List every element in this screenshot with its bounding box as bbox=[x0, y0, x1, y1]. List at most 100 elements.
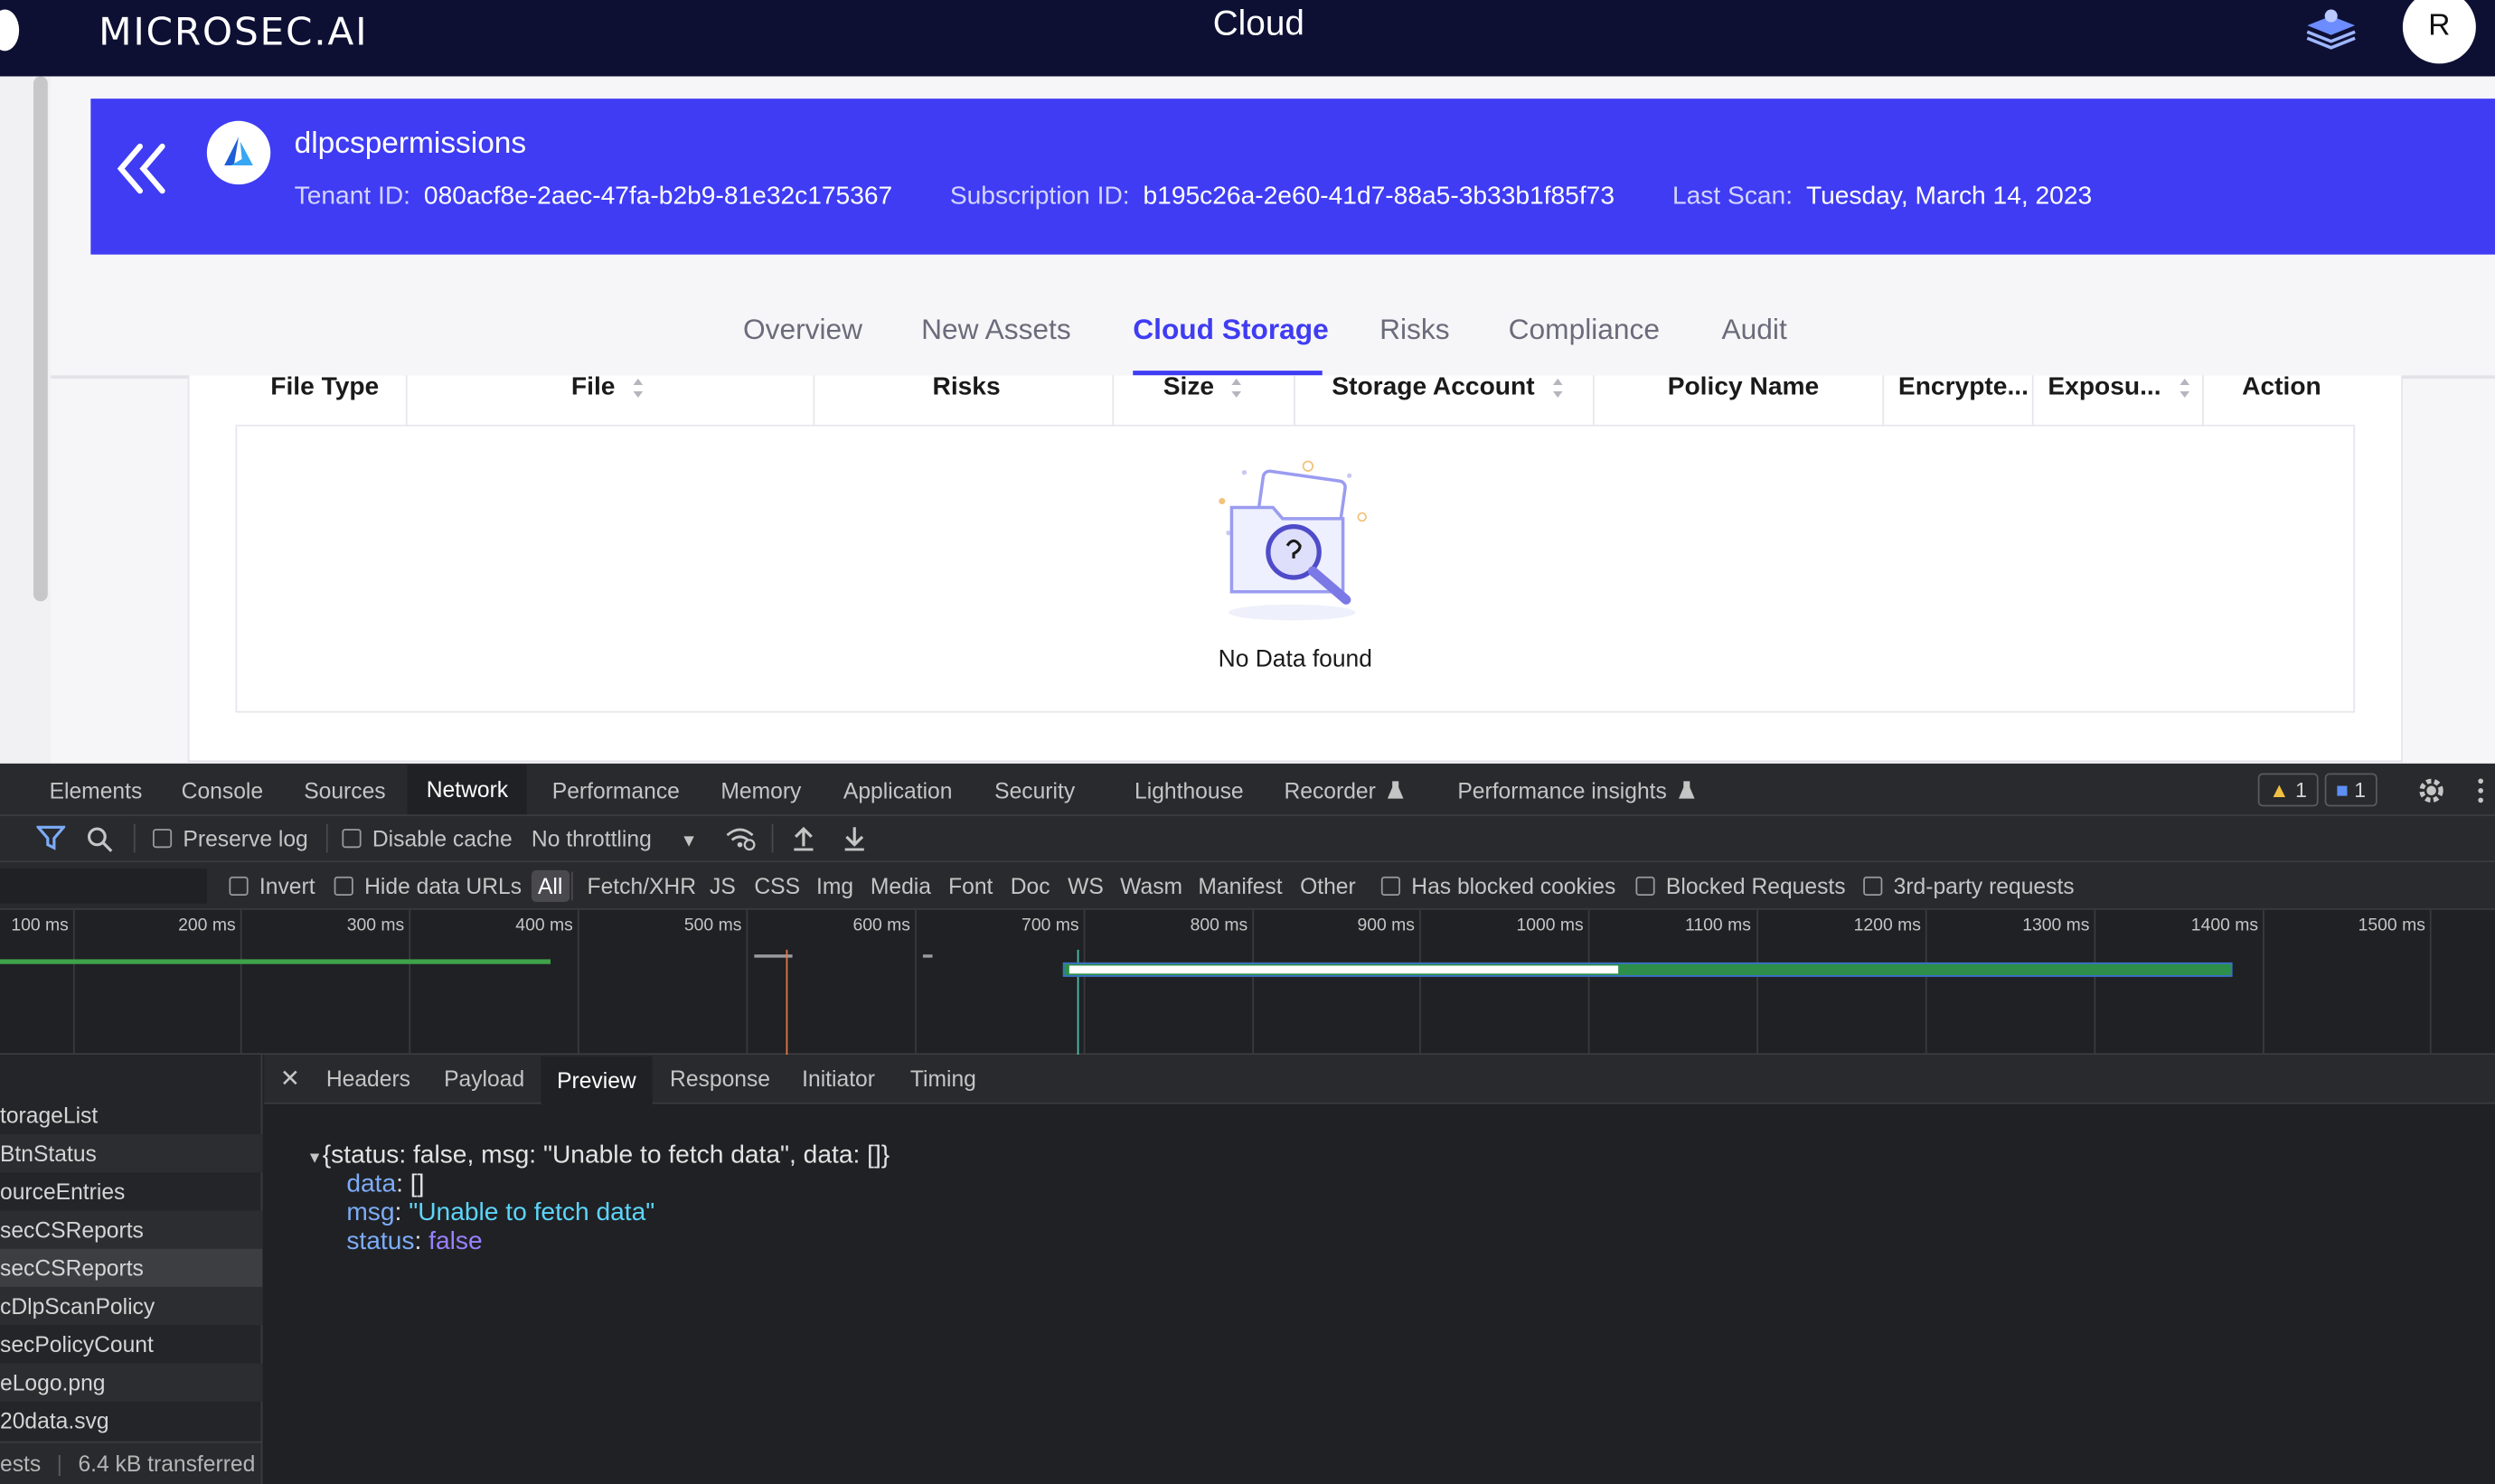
sort-icon[interactable] bbox=[1230, 377, 1243, 399]
column-size[interactable]: Size bbox=[1163, 375, 1244, 426]
sort-icon[interactable] bbox=[1551, 377, 1564, 399]
checkbox-box[interactable] bbox=[1635, 876, 1655, 896]
filter-img[interactable]: Img bbox=[816, 873, 853, 898]
filter-input[interactable] bbox=[0, 869, 207, 904]
messages-badge[interactable]: ■ 1 bbox=[2324, 773, 2377, 807]
has-blocked-cookies-checkbox[interactable]: Has blocked cookies bbox=[1380, 873, 1615, 899]
filter-css[interactable]: CSS bbox=[754, 873, 800, 898]
request-row[interactable]: cDlpScanPolicy bbox=[0, 1287, 263, 1326]
request-row[interactable]: eLogo.png bbox=[0, 1363, 263, 1402]
devtools-tab-console[interactable]: Console bbox=[182, 778, 263, 803]
warnings-count: 1 bbox=[2295, 777, 2307, 803]
search-icon[interactable] bbox=[86, 826, 113, 853]
more-options-icon[interactable] bbox=[2476, 776, 2486, 805]
filter-manifest[interactable]: Manifest bbox=[1198, 873, 1282, 898]
column-action[interactable]: Action bbox=[2242, 375, 2321, 426]
download-icon[interactable] bbox=[843, 826, 866, 851]
column-risks[interactable]: Risks bbox=[932, 375, 1000, 426]
timeline-gridline bbox=[1587, 909, 1590, 1056]
upload-icon[interactable] bbox=[793, 826, 815, 851]
layers-icon[interactable] bbox=[2301, 6, 2361, 54]
filter-wasm[interactable]: Wasm bbox=[1120, 873, 1182, 898]
recorder-label: Recorder bbox=[1284, 777, 1376, 803]
filter-ws[interactable]: WS bbox=[1068, 873, 1104, 898]
tab-overview[interactable]: Overview bbox=[743, 314, 862, 347]
request-row[interactable]: ourceEntries bbox=[0, 1172, 262, 1210]
request-row-selected[interactable]: secCSReports bbox=[0, 1248, 263, 1288]
column-file[interactable]: File bbox=[571, 375, 645, 426]
tab-new-assets[interactable]: New Assets bbox=[921, 314, 1071, 347]
network-conditions-icon[interactable] bbox=[724, 824, 756, 853]
tab-initiator[interactable]: Initiator bbox=[802, 1066, 875, 1091]
warnings-badge[interactable]: ▲ 1 bbox=[2257, 773, 2319, 807]
devtools-tab-elements[interactable]: Elements bbox=[50, 778, 143, 803]
request-row[interactable]: BtnStatus bbox=[0, 1134, 263, 1173]
devtools-tab-performance[interactable]: Performance bbox=[552, 778, 680, 803]
empty-folder-search-icon bbox=[1219, 460, 1368, 621]
tab-timing[interactable]: Timing bbox=[910, 1066, 976, 1091]
request-row[interactable]: 20data.svg bbox=[0, 1402, 262, 1440]
page-title: Cloud bbox=[1212, 3, 1304, 43]
devtools-tab-security[interactable]: Security bbox=[994, 778, 1075, 803]
invert-checkbox[interactable]: Invert bbox=[229, 873, 315, 899]
filter-all[interactable]: All bbox=[531, 869, 570, 903]
checkbox-box[interactable] bbox=[229, 876, 249, 896]
devtools-tab-application[interactable]: Application bbox=[843, 778, 953, 803]
checkbox-box[interactable] bbox=[152, 829, 173, 849]
request-row[interactable]: secPolicyCount bbox=[0, 1325, 262, 1363]
checkbox-box[interactable] bbox=[1380, 876, 1400, 896]
third-party-requests-checkbox[interactable]: 3rd-party requests bbox=[1863, 873, 2075, 899]
blocked-requests-checkbox[interactable]: Blocked Requests bbox=[1635, 873, 1846, 899]
checkbox-box[interactable] bbox=[334, 876, 353, 896]
settings-gear-icon[interactable] bbox=[2415, 775, 2447, 806]
tab-preview[interactable]: Preview bbox=[541, 1056, 653, 1104]
devtools-tab-recorder[interactable]: Recorder bbox=[1284, 777, 1405, 803]
column-policy-name[interactable]: Policy Name bbox=[1668, 375, 1819, 426]
tab-cloud-storage[interactable]: Cloud Storage bbox=[1133, 314, 1329, 347]
tab-headers[interactable]: Headers bbox=[326, 1066, 410, 1091]
timeline-request-bar bbox=[922, 954, 933, 958]
filter-icon[interactable] bbox=[36, 825, 66, 851]
sidebar-scrollbar[interactable] bbox=[33, 76, 48, 602]
toolbar-divider bbox=[325, 823, 328, 853]
devtools-tab-lighthouse[interactable]: Lighthouse bbox=[1135, 778, 1244, 803]
devtools-tab-performance-insights[interactable]: Performance insights bbox=[1457, 778, 1696, 803]
checkbox-box[interactable] bbox=[342, 829, 362, 849]
tab-payload[interactable]: Payload bbox=[444, 1066, 524, 1091]
filter-other[interactable]: Other bbox=[1300, 873, 1356, 898]
filter-js[interactable]: JS bbox=[710, 873, 736, 898]
close-icon[interactable]: ✕ bbox=[280, 1065, 300, 1093]
timeline-waiting-segment bbox=[1069, 965, 1619, 974]
checkbox-box[interactable] bbox=[1863, 876, 1883, 896]
double-chevron-left-icon[interactable] bbox=[111, 136, 172, 200]
timeline-gridline bbox=[1252, 909, 1255, 1056]
column-storage-account[interactable]: Storage Account bbox=[1332, 375, 1564, 426]
hide-data-urls-checkbox[interactable]: Hide data URLs bbox=[334, 873, 522, 899]
column-exposure[interactable]: Exposu... bbox=[2048, 375, 2190, 426]
timeline-tick: 1400 ms bbox=[2190, 916, 2259, 935]
tab-audit[interactable]: Audit bbox=[1722, 314, 1787, 347]
throttling-select[interactable]: No throttling ▼ bbox=[532, 826, 698, 851]
tab-response[interactable]: Response bbox=[670, 1066, 770, 1091]
request-row[interactable]: secCSReports bbox=[0, 1210, 263, 1249]
filter-font[interactable]: Font bbox=[948, 873, 993, 898]
disable-cache-checkbox[interactable]: Disable cache bbox=[342, 826, 513, 851]
column-encrypted[interactable]: Encrypte... bbox=[1898, 375, 2029, 426]
preserve-log-checkbox[interactable]: Preserve log bbox=[152, 826, 308, 851]
devtools-tab-memory[interactable]: Memory bbox=[720, 778, 801, 803]
sort-icon[interactable] bbox=[632, 377, 645, 399]
sort-icon[interactable] bbox=[2178, 377, 2190, 399]
timeline-gridline bbox=[72, 909, 75, 1056]
column-divider bbox=[1592, 375, 1595, 427]
filter-media[interactable]: Media bbox=[871, 873, 931, 898]
devtools-tab-network[interactable]: Network bbox=[407, 765, 528, 815]
devtools-tab-sources[interactable]: Sources bbox=[304, 778, 385, 803]
filter-doc[interactable]: Doc bbox=[1011, 873, 1050, 898]
tab-compliance[interactable]: Compliance bbox=[1509, 314, 1660, 347]
tab-risks[interactable]: Risks bbox=[1379, 314, 1449, 347]
request-row[interactable]: torageList bbox=[0, 1096, 262, 1134]
column-file-type[interactable]: File Type bbox=[270, 375, 379, 426]
timeline-tick: 500 ms bbox=[683, 916, 742, 935]
filter-fetch-xhr[interactable]: Fetch/XHR bbox=[588, 873, 697, 898]
timeline-gridline bbox=[2094, 909, 2096, 1056]
